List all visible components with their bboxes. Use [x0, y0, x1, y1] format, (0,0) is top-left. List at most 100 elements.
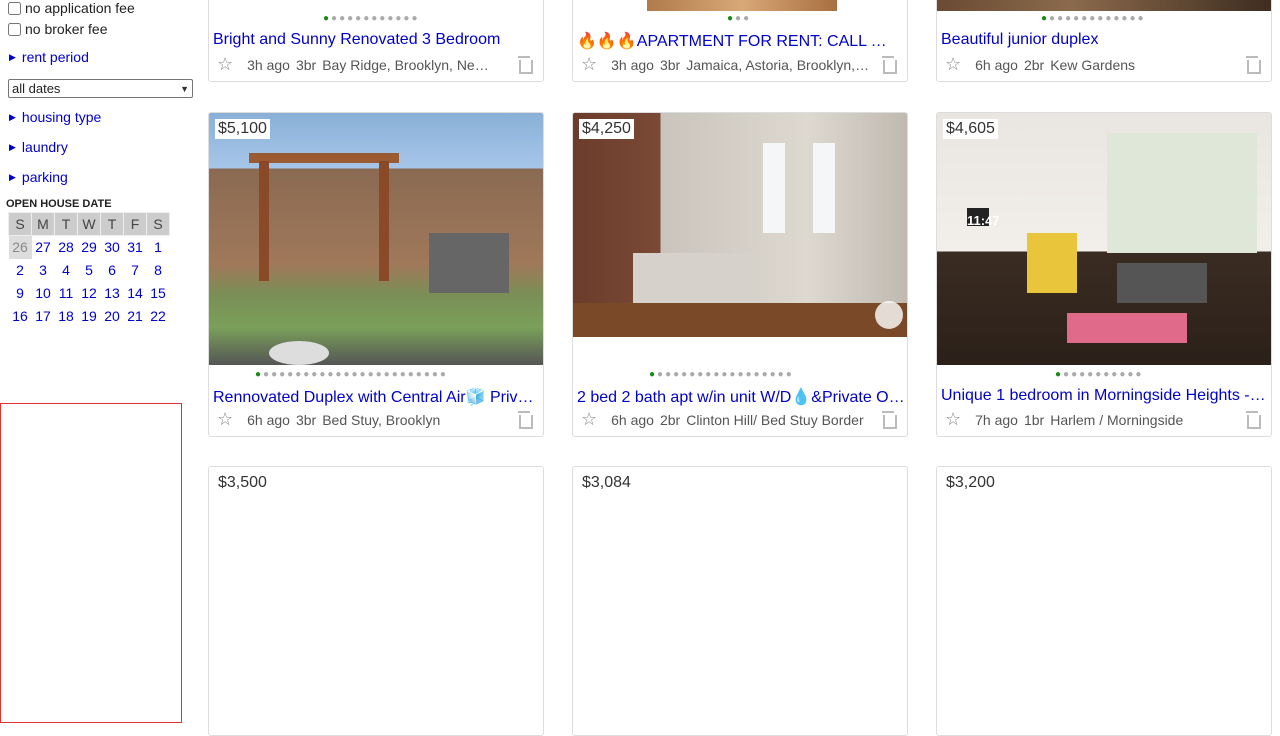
calendar-day[interactable]: 1	[147, 236, 170, 259]
photo-dots[interactable]: ●●●●●●●●●●●●	[323, 13, 420, 24]
rent-period-toggle[interactable]: ▶ rent period	[3, 49, 89, 65]
calendar-day[interactable]: 30	[101, 236, 124, 259]
calendar-day[interactable]: 14	[124, 282, 147, 305]
no-broker-fee-checkbox[interactable]: no broker fee	[5, 21, 108, 37]
calendar-day[interactable]: 6	[101, 259, 124, 282]
rent-period-label: rent period	[21, 49, 89, 65]
calendar-day[interactable]: 13	[101, 282, 124, 305]
trash-icon[interactable]	[881, 411, 897, 429]
listing-photo[interactable]	[573, 467, 907, 719]
photo-dots[interactable]: ●●●●●●●●●●●	[1055, 369, 1143, 380]
listing-card[interactable]: ●●● 🔥🔥🔥APARTMENT FOR RENT: CALL YOUR AGE…	[572, 0, 908, 82]
star-icon[interactable]: ☆	[945, 54, 961, 75]
triangle-right-icon: ▶	[9, 171, 16, 182]
listing-card[interactable]: $4,250 ●●●●●●●●●●●●●●●●●● 2 bed 2 bath a…	[572, 112, 908, 437]
no-application-fee-checkbox[interactable]: no application fee	[5, 0, 135, 16]
listing-card[interactable]: 11:47 $4,605 ●●●●●●●●●●● Unique 1 bedroo…	[936, 112, 1272, 437]
calendar-day[interactable]: 22	[147, 305, 170, 328]
listing-card[interactable]: $3,084	[572, 466, 908, 736]
calendar-day[interactable]: 10	[32, 282, 55, 305]
weekday-header: F	[123, 212, 147, 236]
calendar-day[interactable]: 21	[124, 305, 147, 328]
star-icon[interactable]: ☆	[217, 54, 233, 75]
listing-neighborhood: Bed Stuy, Brooklyn	[322, 411, 441, 428]
photo-dots[interactable]: ●●●●●●●●●●●●●●●●●●	[649, 369, 794, 380]
calendar-day[interactable]: 3	[32, 259, 55, 282]
listing-age: 6h ago	[247, 411, 290, 428]
photo-dots[interactable]: ●●●	[727, 13, 751, 24]
star-icon[interactable]: ☆	[217, 409, 233, 430]
calendar-day[interactable]: 5	[78, 259, 101, 282]
trash-icon[interactable]	[1245, 411, 1261, 429]
parking-label: parking	[21, 169, 68, 185]
listing-card[interactable]: $3,500	[208, 466, 544, 736]
no-application-fee-input[interactable]	[8, 1, 21, 15]
listing-photo[interactable]	[937, 0, 1271, 11]
calendar-day[interactable]: 9	[9, 282, 32, 305]
calendar-day[interactable]: 8	[147, 259, 170, 282]
calendar-day[interactable]: 29	[78, 236, 101, 259]
listing-title-link[interactable]: Bright and Sunny Renovated 3 Bedroom	[213, 31, 503, 49]
calendar-day[interactable]: 12	[78, 282, 101, 305]
calendar-day[interactable]: 17	[32, 305, 55, 328]
listing-title-link[interactable]: Unique 1 bedroom in Morningside Heights …	[941, 387, 1269, 405]
no-broker-fee-input[interactable]	[8, 22, 21, 36]
listing-photo[interactable]: 11:47	[937, 113, 1271, 365]
housing-type-toggle[interactable]: ▶ housing type	[3, 109, 101, 125]
listing-card[interactable]: ●●●●●●●●●●●● Bright and Sunny Renovated …	[208, 0, 544, 82]
listing-photo[interactable]	[573, 113, 907, 337]
calendar-day[interactable]: 19	[78, 305, 101, 328]
calendar-day[interactable]: 28	[55, 236, 78, 259]
listing-photo[interactable]	[209, 467, 543, 719]
calendar-day[interactable]: 27	[32, 236, 55, 259]
calendar-day[interactable]: 31	[124, 236, 147, 259]
trash-icon[interactable]	[517, 411, 533, 429]
listing-neighborhood: Kew Gardens	[1050, 56, 1136, 73]
photo-dots[interactable]: ●●●●●●●●●●●●●	[1041, 13, 1146, 24]
listing-neighborhood: Clinton Hill/ Bed Stuy Border	[686, 411, 864, 428]
listing-title-link[interactable]: Rennovated Duplex with Central Air🧊 Priv…	[213, 387, 539, 407]
chevron-down-icon: ▼	[180, 83, 189, 94]
calendar-day[interactable]: 16	[9, 305, 32, 328]
listing-meta: ☆ 3h ago 3br Jamaica, Astoria, Brooklyn,…	[581, 54, 871, 75]
listing-price: $5,100	[215, 119, 270, 139]
listing-title-link[interactable]: 🔥🔥🔥APARTMENT FOR RENT: CALL YOUR AGENT	[577, 31, 897, 51]
star-icon[interactable]: ☆	[945, 409, 961, 430]
open-house-calendar: S M T W T F S 26 27 28 29 30 31 1 2 3 4 …	[8, 212, 170, 328]
listing-price: $4,250	[579, 119, 634, 139]
listing-neighborhood: Harlem / Morningside	[1050, 411, 1184, 428]
listing-title-link[interactable]: Beautiful junior duplex	[941, 31, 1261, 49]
listing-photo[interactable]	[647, 0, 837, 11]
listing-bedrooms: 3br	[295, 56, 317, 73]
calendar-day[interactable]: 15	[147, 282, 170, 305]
listing-price: $3,200	[943, 473, 998, 493]
listing-age: 6h ago	[611, 411, 654, 428]
laundry-toggle[interactable]: ▶ laundry	[3, 139, 68, 155]
apartment-scene	[967, 133, 1257, 343]
calendar-day[interactable]: 20	[101, 305, 124, 328]
listing-photo[interactable]	[937, 467, 1271, 719]
calendar-day[interactable]: 18	[55, 305, 78, 328]
listing-bedrooms: 2br	[1023, 56, 1045, 73]
listing-meta: ☆ 6h ago 2br Kew Gardens	[945, 54, 1235, 75]
trash-icon[interactable]	[881, 56, 897, 74]
date-select[interactable]: all dates ▼	[8, 79, 193, 98]
photo-dots[interactable]: ●●●●●●●●●●●●●●●●●●●●●●●●	[255, 369, 448, 380]
listing-age: 3h ago	[611, 56, 654, 73]
listing-card[interactable]: ●●●●●●●●●●●●● Beautiful junior duplex ☆ …	[936, 0, 1272, 82]
calendar-day[interactable]: 7	[124, 259, 147, 282]
listing-meta: ☆ 6h ago 2br Clinton Hill/ Bed Stuy Bord…	[581, 409, 871, 430]
trash-icon[interactable]	[1245, 56, 1261, 74]
listing-title-link[interactable]: 2 bed 2 bath apt w/in unit W/D💧&Private …	[577, 387, 907, 407]
parking-toggle[interactable]: ▶ parking	[3, 169, 68, 185]
listing-card[interactable]: $5,100 ●●●●●●●●●●●●●●●●●●●●●●●● Rennovat…	[208, 112, 544, 437]
listing-card[interactable]: $3,200	[936, 466, 1272, 736]
star-icon[interactable]: ☆	[581, 409, 597, 430]
calendar-day[interactable]: 4	[55, 259, 78, 282]
calendar-day[interactable]: 2	[9, 259, 32, 282]
trash-icon[interactable]	[517, 56, 533, 74]
listing-photo[interactable]	[209, 113, 543, 365]
calendar-day[interactable]: 11	[55, 282, 78, 305]
star-icon[interactable]: ☆	[581, 54, 597, 75]
listing-age: 6h ago	[975, 56, 1018, 73]
